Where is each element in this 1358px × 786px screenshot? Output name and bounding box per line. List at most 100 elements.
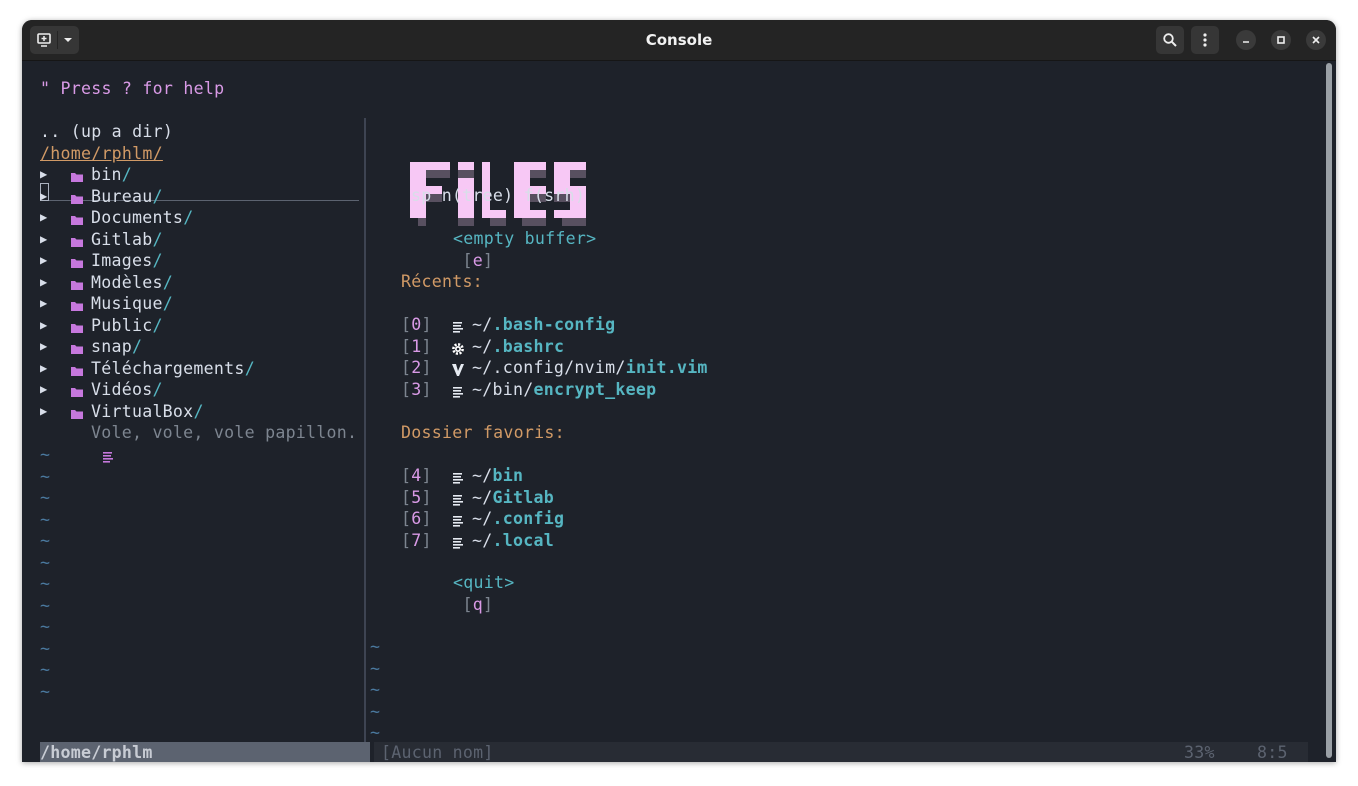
entry-key[interactable]: [4]: [401, 465, 432, 487]
text-file-icon: [451, 534, 465, 549]
entry-key[interactable]: [1]: [401, 336, 432, 358]
empty-line-tilde: ~: [40, 617, 51, 636]
entry-key[interactable]: [3]: [401, 379, 432, 401]
tree-item-label: Musique: [91, 294, 163, 313]
entry-path-prefix: ~/.config/nvim/: [472, 358, 626, 377]
tree-item-label: snap: [91, 337, 132, 356]
up-dir-entry[interactable]: .. (up a dir): [40, 121, 173, 143]
folder-icon: [70, 319, 84, 333]
empty-line-tilde: ~: [370, 723, 381, 742]
entry-filename[interactable]: encrypt_keep: [534, 379, 657, 401]
expand-arrow-icon[interactable]: ▶: [40, 250, 47, 272]
folder-icon: [70, 233, 84, 247]
tree-item-label: Images: [91, 251, 153, 270]
entry-path-prefix: ~/: [472, 509, 493, 528]
empty-line-tilde: ~: [40, 445, 51, 464]
recents-header: Récents:: [401, 272, 483, 291]
expand-arrow-icon[interactable]: ▶: [40, 186, 47, 208]
tree-item-label: Vidéos: [91, 380, 153, 399]
entry-key[interactable]: [6]: [401, 508, 432, 530]
text-file-icon: [451, 383, 465, 398]
expand-arrow-icon[interactable]: ▶: [40, 164, 47, 186]
empty-line-tilde: ~: [40, 574, 51, 593]
folder-icon: [70, 297, 84, 311]
search-icon: [1163, 33, 1177, 47]
entry-filename[interactable]: .bash-config: [493, 314, 616, 336]
entry-key[interactable]: [0]: [401, 314, 432, 336]
minimize-icon: [1243, 41, 1249, 43]
terminal-window: Console " Press ? for help .. (up a dir)…: [22, 20, 1336, 762]
tree-root-path[interactable]: /home/rphlm/: [40, 143, 163, 165]
text-file-icon: [451, 318, 465, 333]
expand-arrow-icon[interactable]: ▶: [40, 358, 47, 380]
tree-item-slash: /: [152, 380, 163, 399]
entry-key[interactable]: [7]: [401, 530, 432, 552]
tree-item-label: Bureau: [91, 186, 153, 206]
expand-arrow-icon[interactable]: ▶: [40, 379, 47, 401]
expand-arrow-icon[interactable]: ▶: [40, 401, 47, 423]
tree-item-label: VirtualBox: [91, 401, 194, 421]
expand-arrow-icon[interactable]: ▶: [40, 207, 47, 229]
tree-statusline-path: /home/rphlm: [40, 743, 153, 762]
help-hint: " Press ? for help: [40, 79, 225, 98]
entry-key[interactable]: [5]: [401, 487, 432, 509]
tree-item-slash: /: [152, 229, 163, 249]
empty-line-tilde: ~: [40, 595, 51, 615]
window-title: Console: [645, 31, 713, 49]
tree-item-slash: /: [162, 294, 173, 313]
logo-caption: sp n(tree) f(srh): [411, 186, 586, 205]
buffer-percent: 33%: [1184, 743, 1215, 762]
folder-icon: [70, 362, 84, 376]
entry-filename[interactable]: init.vim: [626, 357, 708, 379]
tree-item-label: Téléchargements: [91, 358, 245, 378]
entry-path-prefix: ~/: [472, 530, 493, 550]
text-file-icon: [451, 491, 465, 506]
terminal-area[interactable]: " Press ? for help .. (up a dir) /home/r…: [22, 61, 1336, 762]
expand-arrow-icon[interactable]: ▶: [40, 315, 47, 337]
menu-button[interactable]: [1191, 26, 1219, 54]
folder-icon: [70, 211, 84, 225]
folder-icon: [70, 254, 84, 268]
text-file-icon: [103, 452, 114, 463]
expand-arrow-icon[interactable]: ▶: [40, 336, 47, 358]
entry-path-prefix: ~/: [472, 336, 493, 356]
minimize-button[interactable]: [1236, 30, 1256, 50]
tree-file-label: Vole, vole, vole papillon.: [91, 423, 358, 442]
title-bar: Console: [22, 20, 1336, 61]
text-file-icon: [451, 512, 465, 527]
empty-line-tilde: ~: [370, 680, 381, 699]
entry-filename[interactable]: Gitlab: [493, 487, 554, 509]
close-button[interactable]: [1306, 30, 1326, 50]
empty-line-tilde: ~: [40, 509, 51, 529]
expand-arrow-icon[interactable]: ▶: [40, 293, 47, 315]
empty-buffer-label[interactable]: <empty buffer>: [453, 228, 596, 250]
close-icon: [1312, 36, 1320, 44]
folder-icon: [70, 190, 84, 204]
vertical-split[interactable]: [364, 118, 366, 742]
maximize-button[interactable]: [1271, 30, 1291, 50]
bookmarks-header: Dossier favoris:: [401, 423, 565, 442]
entry-path-prefix: ~/bin/: [472, 379, 534, 399]
entry-filename[interactable]: .local: [493, 530, 554, 552]
entry-filename[interactable]: bin: [493, 465, 524, 487]
empty-line-tilde: ~: [370, 637, 381, 656]
empty-line-tilde: ~: [370, 658, 381, 678]
empty-line-tilde: ~: [40, 638, 51, 658]
scrollbar[interactable]: [1326, 63, 1332, 758]
cursor-line: [40, 200, 359, 201]
empty-line-tilde: ~: [40, 488, 51, 507]
tree-item-label: Gitlab: [91, 229, 153, 249]
quit-label[interactable]: <quit>: [453, 572, 514, 594]
entry-filename[interactable]: .bashrc: [493, 336, 565, 358]
folder-icon: [70, 405, 84, 419]
folder-icon: [70, 383, 84, 397]
expand-arrow-icon[interactable]: ▶: [40, 229, 47, 251]
cursor-position: 8:5: [1257, 743, 1288, 762]
text-file-icon: [451, 469, 465, 484]
expand-arrow-icon[interactable]: ▶: [40, 272, 47, 294]
search-button[interactable]: [1156, 26, 1184, 54]
entry-key[interactable]: [2]: [401, 357, 432, 379]
entry-path-prefix: ~/: [472, 466, 493, 485]
entry-filename[interactable]: .config: [493, 508, 565, 530]
tree-item-slash: /: [183, 208, 194, 227]
